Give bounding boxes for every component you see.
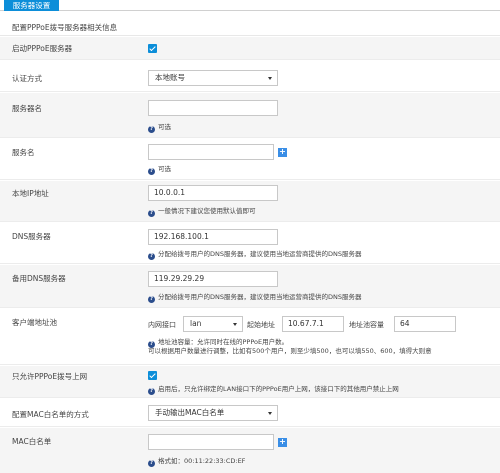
local-ip-help: ? 一般情况下建议您使用默认值即可 [148, 207, 256, 217]
server-name-input[interactable] [148, 100, 278, 116]
question-icon: ? [148, 296, 155, 303]
mac-mode-select[interactable]: 手动输出MAC白名单 [148, 405, 278, 421]
auth-method-value: 本地账号 [155, 73, 185, 82]
pppoe-only-help-text: 启用后，只允许绑定的LAN接口下的PPPoE用户上网，该接口下的其他用户禁止上网 [158, 385, 399, 393]
interface-label: 内网接口 [148, 321, 176, 329]
mac-mode-label: 配置MAC白名单的方式 [12, 410, 89, 419]
row-auth-method: 认证方式 本地账号 [0, 61, 500, 92]
pppoe-only-checkbox[interactable] [148, 371, 157, 380]
service-name-input[interactable] [148, 144, 274, 160]
local-ip-label: 本地IP地址 [12, 189, 49, 198]
pool-capacity-help-line2: 可以根据用户数量进行调整，比如有500个用户，则至少填500，也可以填550、6… [148, 347, 432, 355]
row-pppoe-only: 只允许PPPoE拨号上网 ? 启用后，只允许绑定的LAN接口下的PPPoE用户上网… [0, 366, 500, 398]
backup-dns-input[interactable]: 119.29.29.29 [148, 271, 278, 287]
interface-select[interactable]: lan [183, 316, 243, 332]
mac-mode-value: 手动输出MAC白名单 [155, 408, 225, 417]
server-name-help-text: 可选 [158, 123, 171, 131]
auth-method-select[interactable]: 本地账号 [148, 70, 278, 86]
row-client-address-pool: 客户端地址池 内网接口 lan 起始地址 10.67.7.1 地址池容量 64 … [0, 309, 500, 365]
server-name-label: 服务器名 [12, 104, 42, 113]
plus-icon[interactable]: + [278, 438, 287, 447]
backup-dns-help: ? 分配给拨号用户的DNS服务器，建议使用当地运营商提供的DNS服务器 [148, 293, 362, 303]
server-name-help: ? 可选 [148, 123, 171, 133]
question-icon: ? [148, 388, 155, 395]
section-description: 配置PPPoE拨号服务器相关信息 [0, 20, 500, 36]
start-address-input[interactable]: 10.67.7.1 [282, 316, 344, 332]
dns-label: DNS服务器 [12, 232, 51, 241]
pppoe-only-help: ? 启用后，只允许绑定的LAN接口下的PPPoE用户上网，该接口下的其他用户禁止上… [148, 385, 399, 395]
row-mac-whitelist-mode: 配置MAC白名单的方式 手动输出MAC白名单 [0, 399, 500, 427]
tab-server-settings[interactable]: 服务器设置 [4, 0, 59, 11]
chevron-down-icon [268, 412, 272, 415]
enable-pppoe-checkbox[interactable] [148, 44, 157, 53]
dns-help-text: 分配给拨号用户的DNS服务器，建议使用当地运营商提供的DNS服务器 [158, 250, 362, 258]
tab-bar: 服务器设置 [0, 0, 500, 11]
service-name-help: ? 可选 [148, 165, 171, 175]
question-icon: ? [148, 168, 155, 175]
pppoe-only-label: 只允许PPPoE拨号上网 [12, 372, 88, 381]
auth-method-label: 认证方式 [12, 74, 42, 83]
local-ip-input[interactable]: 10.0.0.1 [148, 185, 278, 201]
local-ip-help-text: 一般情况下建议您使用默认值即可 [158, 207, 256, 215]
row-service-name: 服务名 + ? 可选 [0, 139, 500, 180]
pool-capacity-help-line1: 地址池容量：允许同时在线的PPPoE用户数。 [158, 338, 289, 346]
dns-help: ? 分配给拨号用户的DNS服务器，建议使用当地运营商提供的DNS服务器 [148, 250, 362, 260]
mac-whitelist-help-text: 格式如：00:11:22:33:CD:EF [158, 457, 246, 465]
client-address-label: 客户端地址池 [12, 318, 57, 327]
row-mac-whitelist: MAC白名单 + ? 格式如：00:11:22:33:CD:EF [0, 428, 500, 473]
pool-capacity-label: 地址池容量 [349, 321, 384, 329]
row-backup-dns: 备用DNS服务器 119.29.29.29 ? 分配给拨号用户的DNS服务器，建议… [0, 265, 500, 308]
question-icon: ? [148, 253, 155, 260]
question-icon: ? [148, 460, 155, 467]
chevron-down-icon [233, 323, 237, 326]
mac-whitelist-label: MAC白名单 [12, 437, 52, 446]
question-icon: ? [148, 210, 155, 217]
backup-dns-help-text: 分配给拨号用户的DNS服务器，建议使用当地运营商提供的DNS服务器 [158, 293, 362, 301]
interface-value: lan [190, 319, 202, 328]
service-name-help-text: 可选 [158, 165, 171, 173]
plus-icon[interactable]: + [278, 148, 287, 157]
pool-capacity-input[interactable]: 64 [394, 316, 456, 332]
question-icon: ? [148, 126, 155, 133]
backup-dns-label: 备用DNS服务器 [12, 274, 66, 283]
service-name-label: 服务名 [12, 148, 35, 157]
mac-whitelist-input[interactable] [148, 434, 274, 450]
row-local-ip: 本地IP地址 10.0.0.1 ? 一般情况下建议您使用默认值即可 [0, 181, 500, 222]
dns-input[interactable]: 192.168.100.1 [148, 229, 278, 245]
row-enable-pppoe: 启动PPPoE服务器 [0, 37, 500, 60]
enable-pppoe-label: 启动PPPoE服务器 [12, 44, 73, 53]
row-server-name: 服务器名 ? 可选 [0, 93, 500, 138]
chevron-down-icon [268, 77, 272, 80]
start-address-label: 起始地址 [247, 321, 275, 329]
row-dns: DNS服务器 192.168.100.1 ? 分配给拨号用户的DNS服务器，建议使… [0, 223, 500, 264]
mac-whitelist-help: ? 格式如：00:11:22:33:CD:EF [148, 457, 245, 467]
